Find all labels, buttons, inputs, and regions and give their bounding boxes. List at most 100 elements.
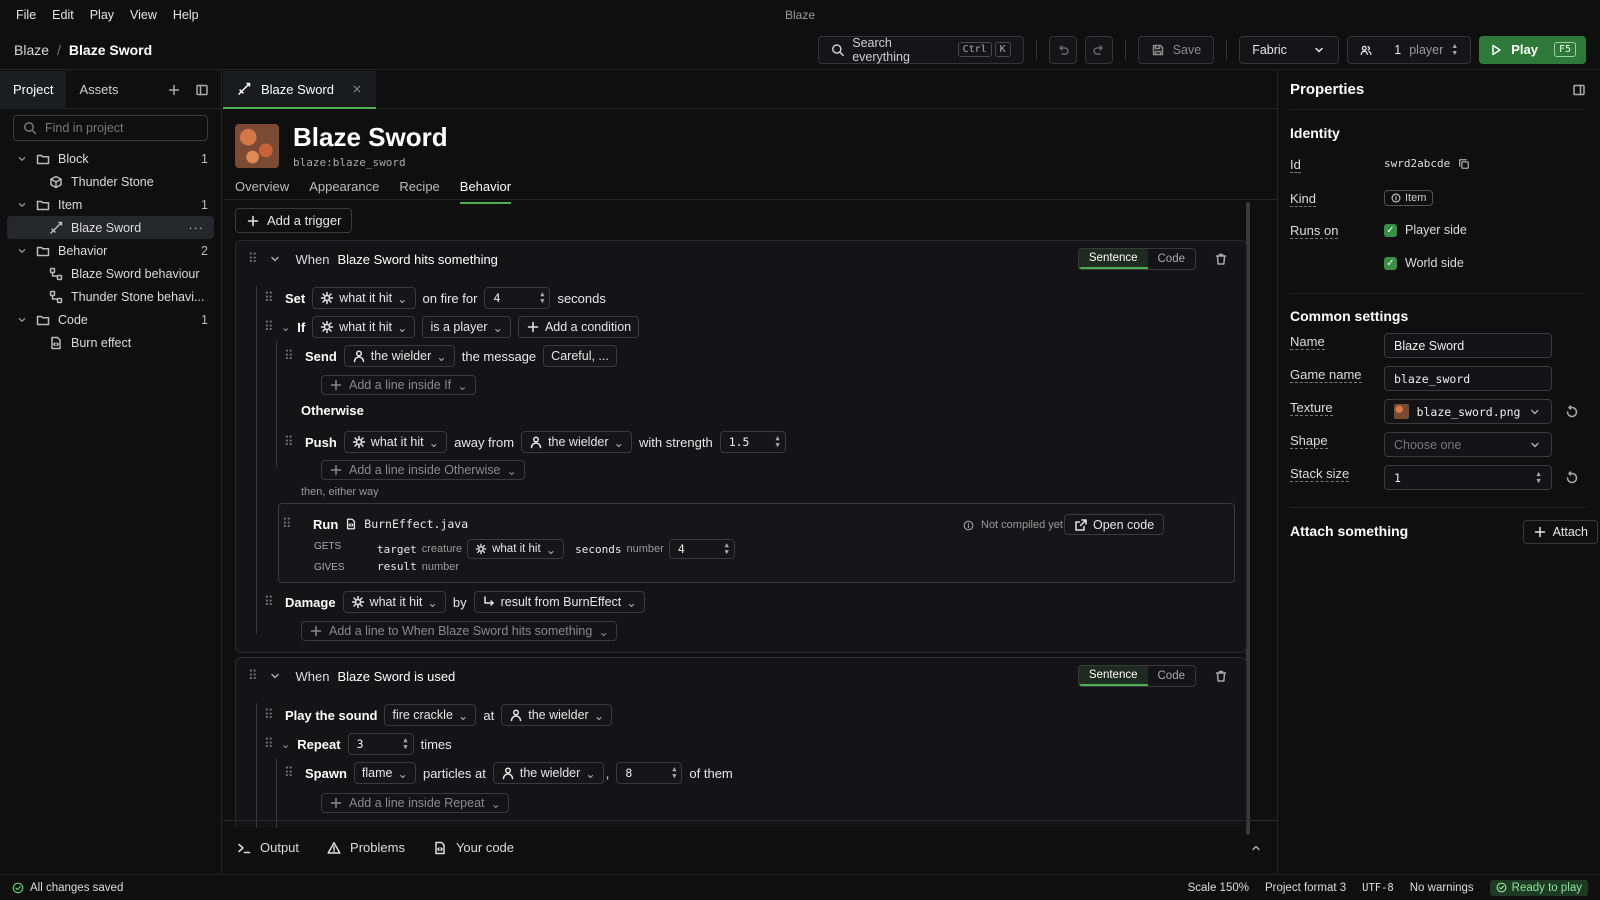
project-search-input[interactable]: Find in project — [13, 115, 208, 141]
sidebar-toggle-icon[interactable] — [195, 83, 209, 97]
menu-view[interactable]: View — [130, 8, 157, 22]
drag-handle-icon[interactable]: ⠿ — [264, 707, 278, 723]
param-seconds-stepper[interactable]: 4 ▲ ▼ — [668, 539, 735, 559]
fire-seconds-stepper[interactable]: 4 ▲ ▼ — [484, 287, 551, 309]
undo-button[interactable] — [1048, 35, 1077, 64]
chevron-down-icon[interactable]: ⌄ — [281, 738, 290, 751]
menu-file[interactable]: File — [16, 8, 36, 22]
search-everything-button[interactable]: Search everything Ctrl K — [817, 35, 1024, 64]
sound-location-select[interactable]: the wielder ⌄ — [501, 704, 613, 726]
drag-handle-icon[interactable]: ⠿ — [248, 251, 258, 267]
drag-handle-icon[interactable]: ⠿ — [282, 516, 296, 532]
chevron-down-icon[interactable] — [16, 198, 28, 212]
chevron-down-icon[interactable] — [16, 313, 28, 327]
sound-select[interactable]: fire crackle ⌄ — [384, 704, 477, 726]
code-mode-button[interactable]: Code — [1148, 666, 1195, 686]
spawn-location-select[interactable]: the wielder ⌄ — [492, 762, 604, 784]
loader-select[interactable]: Fabric — [1239, 35, 1340, 64]
tree-item-burn-effect[interactable]: Burn effect — [7, 331, 214, 354]
reset-icon[interactable] — [1565, 405, 1579, 419]
drag-handle-icon[interactable]: ⠿ — [248, 668, 258, 684]
chevron-down-icon[interactable] — [16, 244, 28, 258]
drag-handle-icon[interactable]: ⠿ — [264, 594, 278, 610]
redo-button[interactable] — [1084, 35, 1113, 64]
add-condition-button[interactable]: Add a condition — [517, 316, 640, 338]
breadcrumb-project[interactable]: Blaze — [14, 42, 49, 58]
chevron-down-icon[interactable] — [268, 669, 282, 683]
tab-project[interactable]: Project — [0, 70, 67, 109]
game-name-input[interactable]: blaze_sword — [1384, 366, 1552, 391]
message-input[interactable]: Careful, ... — [543, 345, 617, 367]
open-code-button[interactable]: Open code — [1064, 514, 1165, 535]
tree-folder-block[interactable]: Block 1 — [7, 147, 214, 170]
problems-tab[interactable]: Problems — [327, 840, 405, 855]
texture-select[interactable]: blaze_sword.png — [1384, 399, 1552, 424]
copy-icon[interactable] — [1458, 158, 1470, 170]
damage-amount-select[interactable]: result from BurnEffect ⌄ — [473, 591, 645, 613]
sentence-mode-button[interactable]: Sentence — [1078, 666, 1148, 686]
tree-item-blaze-sword-behaviour[interactable]: Blaze Sword behaviour — [7, 262, 214, 285]
repeat-count-stepper[interactable]: 3 ▲ ▼ — [347, 733, 414, 755]
shape-select[interactable]: Choose one — [1384, 432, 1552, 457]
tab-appearance[interactable]: Appearance — [309, 179, 379, 204]
chevron-up-icon[interactable] — [1249, 841, 1263, 855]
add-trigger-button[interactable]: Add a trigger — [235, 208, 353, 233]
menu-play[interactable]: Play — [90, 8, 114, 22]
trash-icon[interactable] — [1214, 252, 1228, 266]
add-line-repeat-button[interactable]: Add a line inside Repeat ⌄ — [321, 793, 509, 813]
add-line-if-button[interactable]: Add a line inside If ⌄ — [321, 375, 476, 395]
drag-handle-icon[interactable]: ⠿ — [284, 765, 298, 781]
tree-folder-item[interactable]: Item 1 — [7, 193, 214, 216]
push-target-select[interactable]: what it hit ⌄ — [343, 431, 448, 453]
warnings-status[interactable]: No warnings — [1410, 882, 1474, 894]
set-target-select[interactable]: what it hit ⌄ — [312, 287, 416, 309]
output-tab[interactable]: Output — [237, 840, 299, 855]
tab-assets[interactable]: Assets — [66, 71, 131, 109]
if-condition-select[interactable]: is a player ⌄ — [422, 316, 511, 338]
drag-handle-icon[interactable]: ⠿ — [264, 290, 278, 306]
reset-icon[interactable] — [1565, 471, 1579, 485]
tree-item-thunder-stone[interactable]: Thunder Stone — [7, 170, 214, 193]
your-code-tab[interactable]: Your code — [433, 840, 514, 855]
player-side-checkbox[interactable]: ✓ — [1384, 223, 1397, 237]
close-icon[interactable] — [352, 84, 362, 94]
tree-folder-code[interactable]: Code 1 — [7, 308, 214, 331]
editor-tab-blaze-sword[interactable]: Blaze Sword — [223, 71, 376, 109]
damage-target-select[interactable]: what it hit ⌄ — [342, 591, 446, 613]
name-input[interactable]: Blaze Sword — [1384, 333, 1552, 358]
save-button[interactable]: Save — [1137, 35, 1215, 64]
add-line-trigger-button[interactable]: Add a line to When Blaze Sword hits some… — [301, 621, 617, 641]
tab-recipe[interactable]: Recipe — [399, 179, 439, 204]
push-strength-stepper[interactable]: 1.5 ▲ ▼ — [719, 431, 786, 453]
drag-handle-icon[interactable]: ⠿ — [284, 348, 298, 364]
world-side-checkbox[interactable]: ✓ — [1384, 256, 1397, 270]
particle-count-stepper[interactable]: 8 ▲ ▼ — [616, 762, 683, 784]
chevron-down-icon[interactable] — [16, 152, 28, 166]
tab-behavior[interactable]: Behavior — [459, 179, 512, 204]
add-icon[interactable] — [167, 83, 181, 97]
runs-player-row[interactable]: ✓ Player side — [1384, 223, 1467, 237]
sentence-mode-button[interactable]: Sentence — [1078, 249, 1148, 269]
runs-world-row[interactable]: ✓ World side — [1384, 256, 1464, 270]
push-from-select[interactable]: the wielder ⌄ — [521, 431, 632, 453]
tree-item-blaze-sword[interactable]: Blaze Sword ··· — [7, 216, 214, 239]
play-button[interactable]: Play F5 — [1479, 35, 1586, 64]
more-icon[interactable]: ··· — [189, 221, 205, 235]
tab-overview[interactable]: Overview — [235, 179, 289, 204]
tree-folder-behavior[interactable]: Behavior 2 — [7, 239, 214, 262]
if-target-select[interactable]: what it hit ⌄ — [312, 316, 416, 338]
drag-handle-icon[interactable]: ⠿ — [284, 434, 298, 450]
zoom-scale[interactable]: Scale 150% — [1188, 882, 1249, 894]
add-line-otherwise-button[interactable]: Add a line inside Otherwise ⌄ — [321, 460, 525, 480]
drag-handle-icon[interactable]: ⠿ — [264, 736, 278, 752]
menu-help[interactable]: Help — [173, 8, 199, 22]
attach-button[interactable]: Attach — [1522, 520, 1598, 544]
menu-edit[interactable]: Edit — [52, 8, 74, 22]
code-mode-button[interactable]: Code — [1148, 249, 1195, 269]
drag-handle-icon[interactable]: ⠿ — [264, 319, 278, 335]
stack-size-stepper[interactable]: 1 ▲ ▼ — [1384, 465, 1552, 490]
param-target-select[interactable]: what it hit ⌄ — [467, 539, 565, 559]
chevron-down-icon[interactable] — [268, 252, 282, 266]
sidebar-toggle-icon[interactable] — [1572, 83, 1586, 97]
chevron-down-icon[interactable]: ⌄ — [281, 321, 290, 334]
